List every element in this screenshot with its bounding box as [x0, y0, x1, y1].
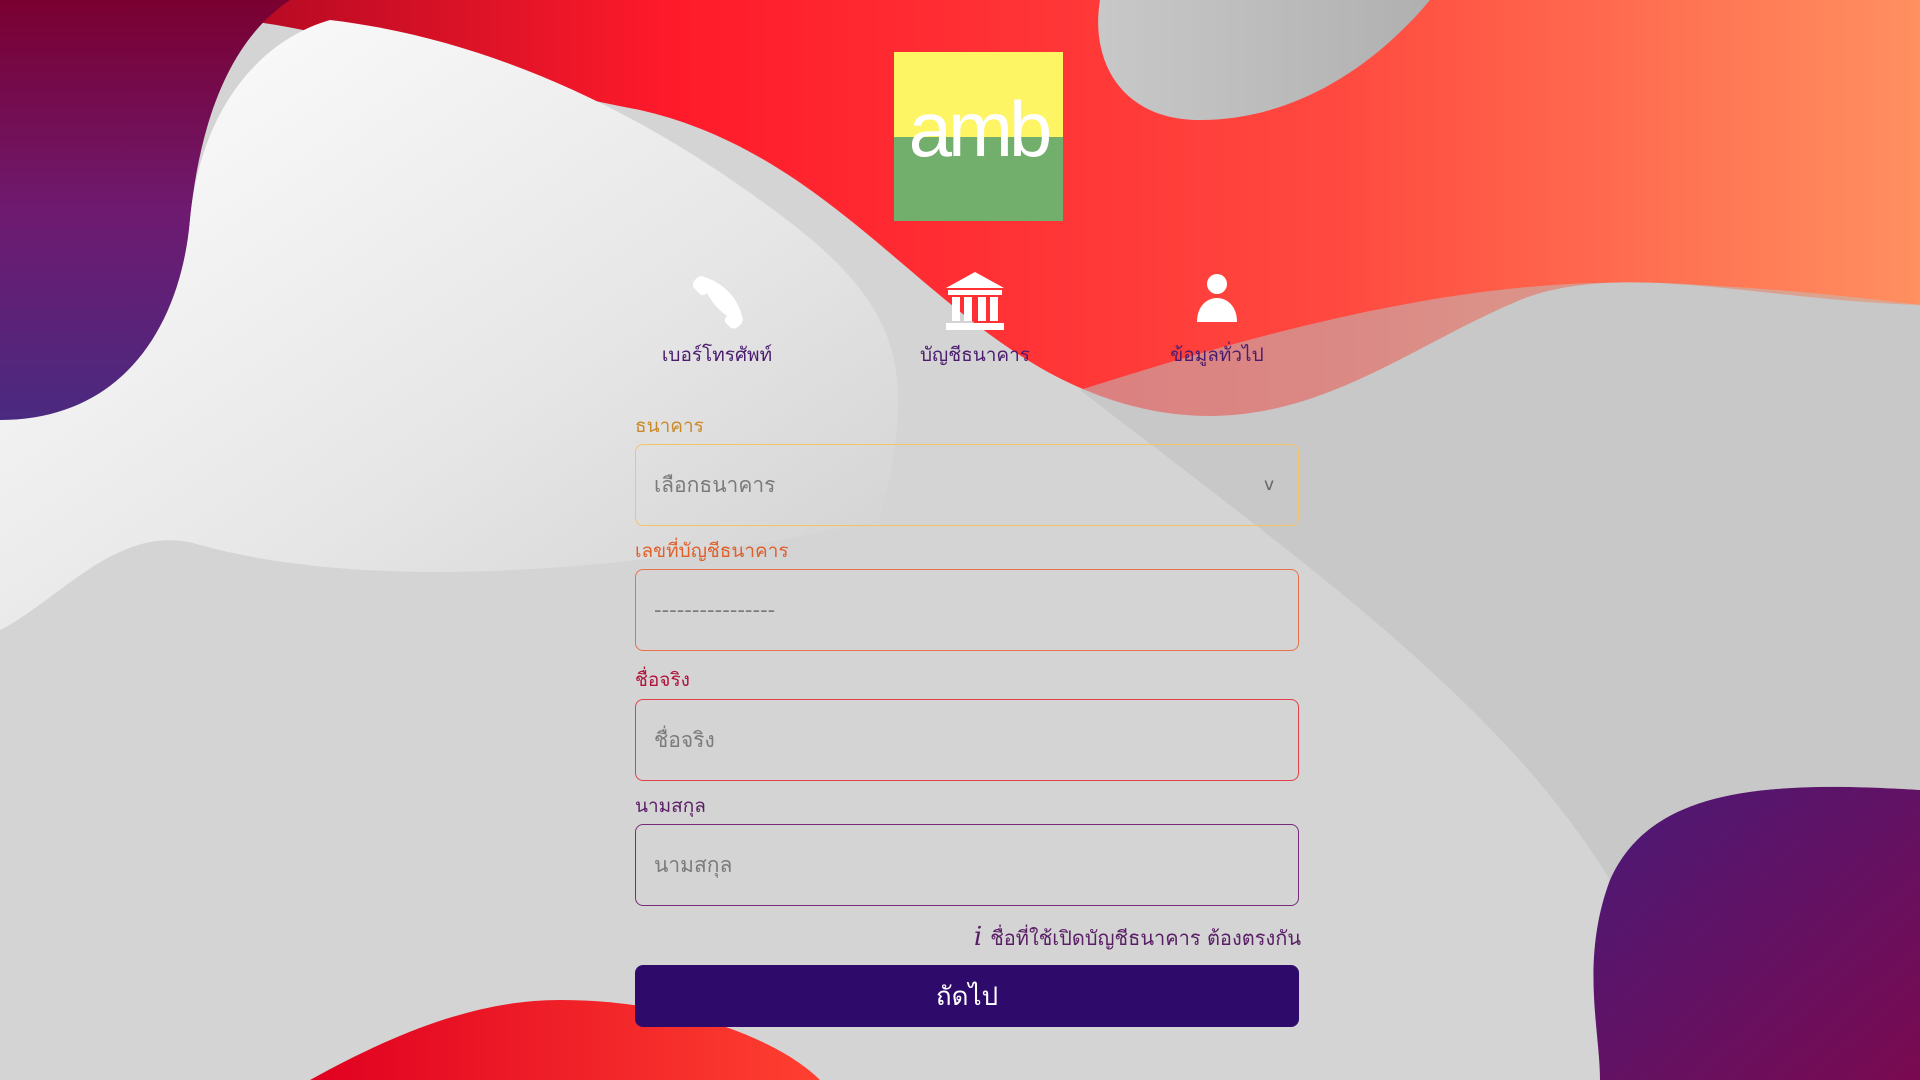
step-bank[interactable]: บัญชีธนาคาร: [875, 270, 1075, 370]
next-button[interactable]: ถัดไป: [635, 965, 1299, 1027]
step-user[interactable]: ข้อมูลทั่วไป: [1117, 270, 1317, 370]
account-number-label: เลขที่บัญชีธนาคาร: [635, 540, 789, 562]
account-number-input[interactable]: ----------------: [635, 569, 1299, 651]
bank-icon: [875, 270, 1075, 338]
last-name-placeholder: นามสกุล: [654, 852, 733, 877]
step-label-user: ข้อมูลทั่วไป: [1170, 344, 1264, 366]
amb-logo: amb: [894, 52, 1063, 221]
step-phone[interactable]: เบอร์โทรศัพท์: [617, 270, 817, 370]
last-name-input[interactable]: นามสกุล: [635, 824, 1299, 906]
first-name-input[interactable]: ชื่อจริง: [635, 699, 1299, 781]
bank-select[interactable]: เลือกธนาคาร v: [635, 444, 1299, 526]
user-icon: [1117, 270, 1317, 338]
last-name-label: นามสกุล: [635, 795, 706, 817]
hint-text: ชื่อที่ใช้เปิดบัญชีธนาคาร ต้องตรงกัน: [990, 926, 1301, 950]
name-match-hint: i ชื่อที่ใช้เปิดบัญชีธนาคาร ต้องตรงกัน: [974, 922, 1301, 954]
info-icon: i: [973, 922, 983, 952]
bank-select-value: เลือกธนาคาร: [654, 472, 776, 497]
phone-icon: [617, 270, 817, 338]
step-label-phone: เบอร์โทรศัพท์: [661, 344, 773, 366]
bank-label: ธนาคาร: [635, 415, 704, 437]
account-number-placeholder: ----------------: [654, 598, 776, 622]
first-name-placeholder: ชื่อจริง: [654, 727, 715, 752]
chevron-down-icon: v: [1263, 475, 1274, 495]
step-label-bank: บัญชีธนาคาร: [920, 344, 1030, 366]
first-name-label: ชื่อจริง: [635, 669, 690, 691]
logo-text: amb: [908, 85, 1053, 173]
